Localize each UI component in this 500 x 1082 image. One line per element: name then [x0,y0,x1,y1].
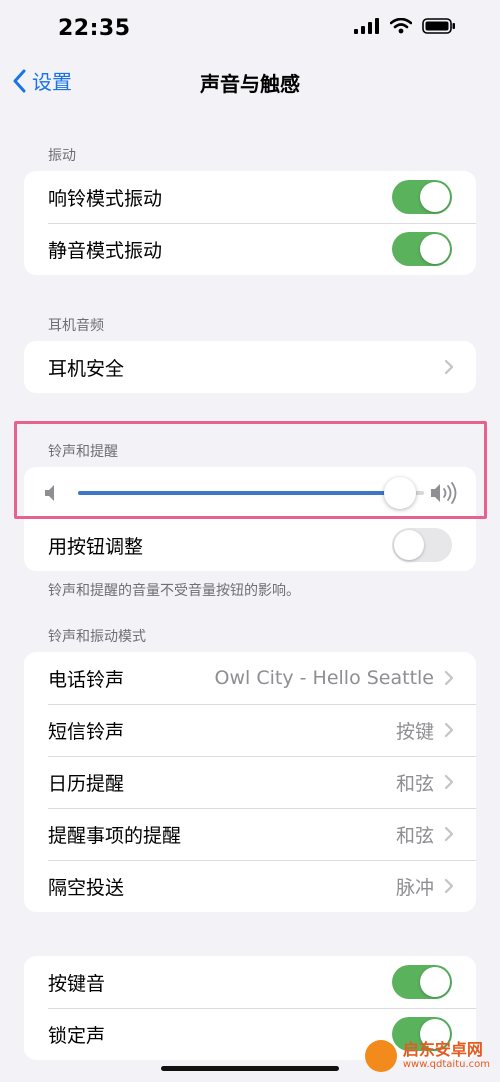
row-label: 耳机安全 [48,357,125,380]
row-ringtone[interactable]: 电话铃声 Owl City - Hello Seattle [24,652,476,704]
change-with-buttons-toggle[interactable] [392,528,452,562]
row-label: 提醒事项的提醒 [48,824,182,847]
chevron-right-icon [444,670,454,686]
ring-vibrate-toggle[interactable] [392,180,452,214]
silent-vibrate-toggle[interactable] [392,232,452,266]
row-value: 和弦 [395,772,434,795]
toggle-knob [420,967,450,997]
row-keyboard-clicks[interactable]: 按键音 [24,956,476,1008]
row-label: 响铃模式振动 [48,187,163,210]
chevron-right-icon [444,359,454,375]
home-indicator [161,1066,339,1071]
chevron-right-icon [444,878,454,894]
watermark-url: www.qdtaitu.com [402,1059,490,1070]
row-value: 脉冲 [395,876,434,899]
row-value: 按键 [395,720,434,743]
status-time: 22:35 [58,16,131,41]
ringer-footnote: 铃声和提醒的音量不受音量按钮的影响。 [48,583,300,599]
highlight-box [14,421,487,519]
wifi-icon [390,18,412,34]
row-label: 电话铃声 [48,668,125,691]
toggle-knob [420,234,450,264]
row-silent-vibrate[interactable]: 静音模式振动 [24,223,476,275]
section-header-vibration: 振动 [48,148,76,164]
row-label: 日历提醒 [48,772,125,795]
watermark-logo-icon [364,1040,397,1072]
row-label: 静音模式振动 [48,239,163,262]
row-airdrop[interactable]: 隔空投送 脉冲 [24,860,476,912]
headphone-group: 耳机安全 [24,341,476,393]
row-reminder-alerts[interactable]: 提醒事项的提醒 和弦 [24,808,476,860]
row-text-tone[interactable]: 短信铃声 按键 [24,704,476,756]
row-change-with-buttons[interactable]: 用按钮调整 [24,519,476,571]
section-header-patterns: 铃声和振动模式 [48,629,146,645]
row-label: 用按钮调整 [48,535,144,558]
row-label: 锁定声 [48,1024,106,1047]
row-label: 隔空投送 [48,876,125,899]
row-headphone-safety[interactable]: 耳机安全 [24,341,476,393]
row-ring-vibrate[interactable]: 响铃模式振动 [24,171,476,223]
row-calendar-alerts[interactable]: 日历提醒 和弦 [24,756,476,808]
toggle-knob [420,182,450,212]
watermark: 启东安卓网 www.qdtaitu.com [364,1040,490,1072]
chevron-right-icon [444,826,454,842]
row-label: 短信铃声 [48,720,125,743]
status-icons [354,18,456,34]
keyboard-clicks-toggle[interactable] [392,965,452,999]
toggle-knob [394,530,424,560]
row-value: 和弦 [395,824,434,847]
section-header-headphone: 耳机音频 [48,318,104,334]
chevron-right-icon [444,722,454,738]
row-label: 按键音 [48,972,106,995]
vibration-group: 响铃模式振动 静音模式振动 [24,171,476,275]
cellular-signal-icon [354,18,379,34]
patterns-group: 电话铃声 Owl City - Hello Seattle 短信铃声 按键 日历… [24,652,476,912]
page-title: 声音与触感 [200,72,300,96]
row-value: Owl City - Hello Seattle [214,667,434,689]
nav-bar: 设置 声音与触感 [0,58,500,102]
watermark-name: 启东安卓网 [402,1040,483,1059]
battery-icon [422,18,455,34]
chevron-right-icon [444,774,454,790]
status-bar: 22:35 [0,0,500,56]
